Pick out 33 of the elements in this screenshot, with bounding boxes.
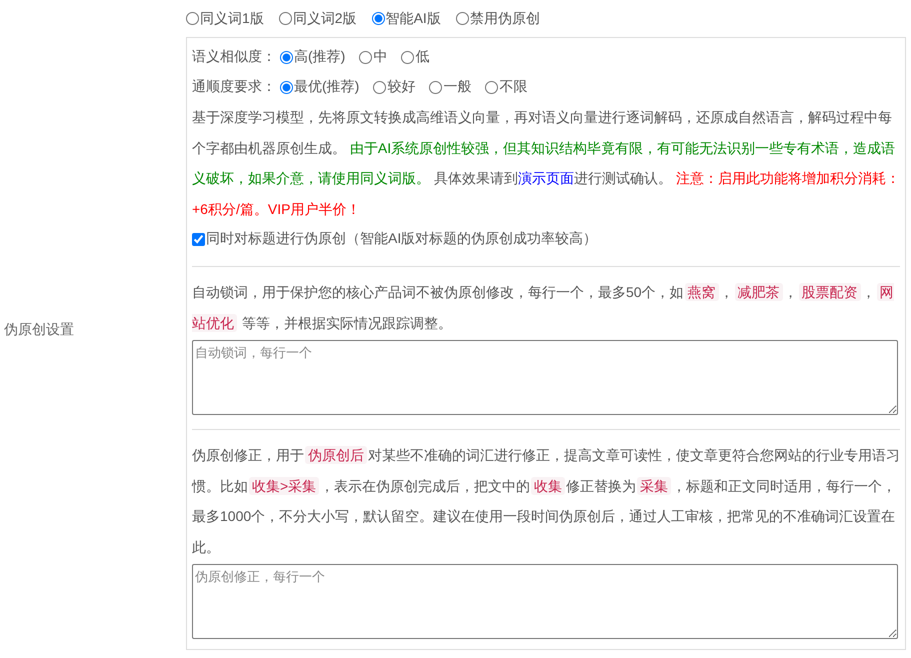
- corrections-description: 伪原创修正，用于 伪原创后 对某些不准确的词汇进行修正，提高文章可读性，使文章更符合您网站的行业专用语习惯。比如 收集>采集 ，表示在伪原创完成后，把文中的 收集 修正替换为 采集 ，标题和正文同时适用，每行一个，最多1000个，不分大小写，默认留空。建议在使用一段时间伪原创后，通过人工审核，把常见的不准确词汇设置在此。: [192, 445, 900, 556]
- option-label[interactable]: 一般: [443, 78, 472, 96]
- radio-button[interactable]: [401, 50, 414, 64]
- option-label[interactable]: 同义词1版: [200, 10, 264, 28]
- option-label[interactable]: 高(推荐): [294, 48, 346, 66]
- checkbox[interactable]: [192, 232, 205, 246]
- radio-button[interactable]: [372, 12, 385, 25]
- option-label[interactable]: 不限: [499, 78, 528, 96]
- option-label[interactable]: 较好: [387, 78, 416, 96]
- option-label[interactable]: 同时对标题进行伪原创（智能AI版对标题的伪原创成功率较高）: [206, 230, 598, 248]
- demo-link[interactable]: 演示页面: [518, 170, 574, 186]
- option-label[interactable]: 智能AI版: [386, 10, 441, 28]
- setting-label: 伪原创设置: [4, 321, 74, 339]
- radio-button[interactable]: [280, 50, 293, 64]
- radio-button[interactable]: [429, 80, 442, 94]
- option-label[interactable]: 禁用伪原创: [470, 10, 540, 28]
- text-area[interactable]: 伪原创修正，每行一个: [192, 564, 898, 639]
- radio-button[interactable]: [278, 12, 292, 25]
- option-group-label: 语义相似度：: [192, 48, 276, 66]
- option-label[interactable]: 低: [415, 48, 430, 66]
- text-area[interactable]: 自动锁词，每行一个: [192, 340, 898, 415]
- option-label[interactable]: 最优(推荐): [294, 78, 360, 96]
- description-text: 基于深度学习模型，先将原文转换成高维语义向量，再对语义向量进行逐词解码，还原成自然语言，解码过程中每个字都由机器原创生成。 由于AI系统原创性较强，但其知识结构毕竟有限，有可能无法识别一些专有术语，造成语义破坏，如果介意，请使用同义词版。 具体效果请到演示页面进行测试确认。 注意：启用此功能将增加积分消耗：+6积分/篇。VIP用户半价！: [192, 108, 900, 218]
- radio-button[interactable]: [373, 80, 386, 94]
- radio-button[interactable]: [186, 12, 199, 25]
- radio-button[interactable]: [280, 80, 293, 94]
- option-label[interactable]: 中: [373, 48, 388, 66]
- radio-button[interactable]: [485, 80, 498, 94]
- option-label[interactable]: 同义词2版: [292, 10, 357, 28]
- option-group-label: 通顺度要求：: [192, 78, 276, 96]
- radio-button[interactable]: [456, 12, 469, 25]
- radio-button[interactable]: [359, 50, 372, 64]
- lock-words-description: 自动锁词，用于保护您的核心产品词不被伪原创修改，每行一个，最多50个，如 燕窝 ， 减肥茶 ， 股票配资 ， 网站优化 等等，并根据实际情况跟踪调整。: [192, 282, 895, 334]
